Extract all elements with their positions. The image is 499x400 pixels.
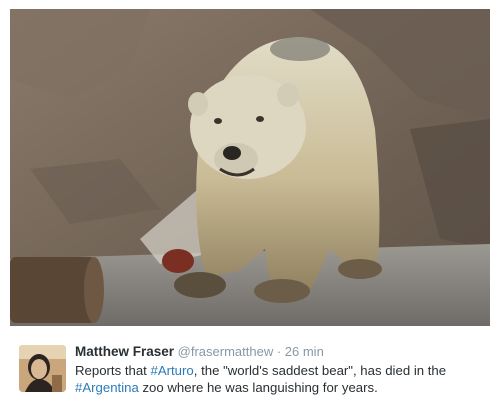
tweet-text-part: , the "world's saddest bear", has died i… [193,363,447,378]
tweet-body: Matthew Fraser @frasermatthew · 26 min R… [75,344,485,396]
tweet-text: Reports that #Arturo, the "world's sadde… [75,362,485,396]
author-avatar-image [19,345,66,392]
hashtag-argentina[interactable]: #Argentina [75,380,139,395]
tweet-header: Matthew Fraser @frasermatthew · 26 min [75,344,485,360]
polar-bear-photo [10,9,490,326]
author-name[interactable]: Matthew Fraser [75,344,174,359]
tweet-text-part: Reports that [75,363,151,378]
tweet-photo[interactable] [10,9,490,326]
tweet-timestamp[interactable]: 26 min [285,344,324,359]
author-handle[interactable]: @frasermatthew [178,344,274,359]
tweet-text-part: zoo where he was languishing for years. [138,380,378,395]
avatar[interactable] [19,345,66,392]
hashtag-arturo[interactable]: #Arturo [151,363,194,378]
tweet-card: Matthew Fraser @frasermatthew · 26 min R… [0,0,499,400]
tweet: Matthew Fraser @frasermatthew · 26 min R… [0,326,499,400]
separator-dot: · [273,344,285,359]
